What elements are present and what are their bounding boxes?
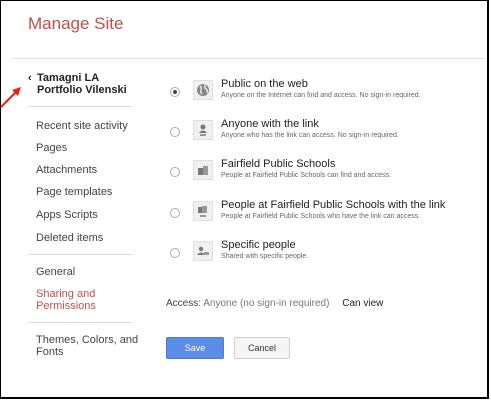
building-icon: [193, 160, 213, 180]
site-name-line1: Tamagni LA: [37, 72, 100, 84]
access-summary: Access: Anyone (no sign-in required) Can…: [166, 298, 383, 309]
globe-icon: [193, 80, 213, 100]
nav-sharing-line2: Permissions: [36, 300, 96, 312]
option-description: Anyone who has the link can access. No s…: [221, 132, 399, 139]
sidebar-divider: [28, 106, 133, 107]
nav-themes-colors-fonts[interactable]: Themes, Colors, and Fonts: [36, 334, 138, 358]
building-link-icon: [193, 201, 213, 221]
option-public-on-web[interactable]: Public on the web Anyone on the Internet…: [166, 78, 476, 114]
site-name-line2: Portfolio Vilenski: [37, 84, 127, 96]
option-fairfield-schools[interactable]: Fairfield Public Schools People at Fairf…: [166, 158, 476, 194]
option-title: Specific people: [221, 239, 296, 251]
radio-fairfield-schools[interactable]: [170, 167, 180, 177]
nav-general[interactable]: General: [36, 266, 75, 278]
sidebar-divider: [28, 322, 133, 323]
option-title: People at Fairfield Public Schools with …: [221, 199, 446, 211]
nav-page-templates[interactable]: Page templates: [36, 186, 112, 198]
nav-themes-line1: Themes, Colors, and: [36, 334, 139, 346]
nav-pages[interactable]: Pages: [36, 142, 67, 154]
option-description: People at Fairfield Public Schools can f…: [221, 172, 392, 179]
save-button[interactable]: Save: [166, 337, 224, 359]
option-fairfield-with-link[interactable]: People at Fairfield Public Schools with …: [166, 199, 476, 235]
option-description: Shared with specific people.: [221, 253, 309, 260]
access-label: Access:: [166, 298, 202, 309]
option-title: Fairfield Public Schools: [221, 158, 336, 170]
sidebar-divider: [28, 254, 133, 255]
option-anyone-with-link[interactable]: Anyone with the link Anyone who has the …: [166, 118, 476, 154]
option-description: People at Fairfield Public Schools who h…: [221, 213, 421, 220]
nav-sharing-line1: Sharing and: [36, 288, 96, 300]
annotation-arrow-icon: [0, 87, 21, 108]
option-title: Anyone with the link: [221, 118, 319, 130]
nav-deleted-items[interactable]: Deleted items: [36, 232, 103, 244]
nav-themes-line2: Fonts: [36, 346, 64, 358]
option-title: Public on the web: [221, 78, 308, 90]
option-specific-people[interactable]: Specific people Shared with specific peo…: [166, 239, 476, 275]
people-icon: [193, 241, 213, 261]
title-divider: [12, 58, 485, 59]
nav-apps-scripts[interactable]: Apps Scripts: [36, 209, 98, 221]
radio-public-on-web[interactable]: [170, 87, 180, 97]
nav-sharing-permissions[interactable]: Sharing and Permissions: [36, 288, 96, 312]
nav-attachments[interactable]: Attachments: [36, 164, 97, 176]
radio-specific-people[interactable]: [170, 248, 180, 258]
nav-recent-activity[interactable]: Recent site activity: [36, 120, 128, 132]
page-title: Manage Site: [28, 14, 124, 33]
person-link-icon: [193, 120, 213, 140]
option-description: Anyone on the Internet can find and acce…: [221, 92, 421, 99]
radio-anyone-with-link[interactable]: [170, 127, 180, 137]
radio-fairfield-with-link[interactable]: [170, 208, 180, 218]
access-permission[interactable]: Can view: [342, 298, 383, 309]
access-value: Anyone (no sign-in required): [203, 298, 330, 309]
site-name-link[interactable]: Tamagni LA Portfolio Vilenski: [28, 72, 148, 96]
cancel-button[interactable]: Cancel: [234, 337, 290, 359]
